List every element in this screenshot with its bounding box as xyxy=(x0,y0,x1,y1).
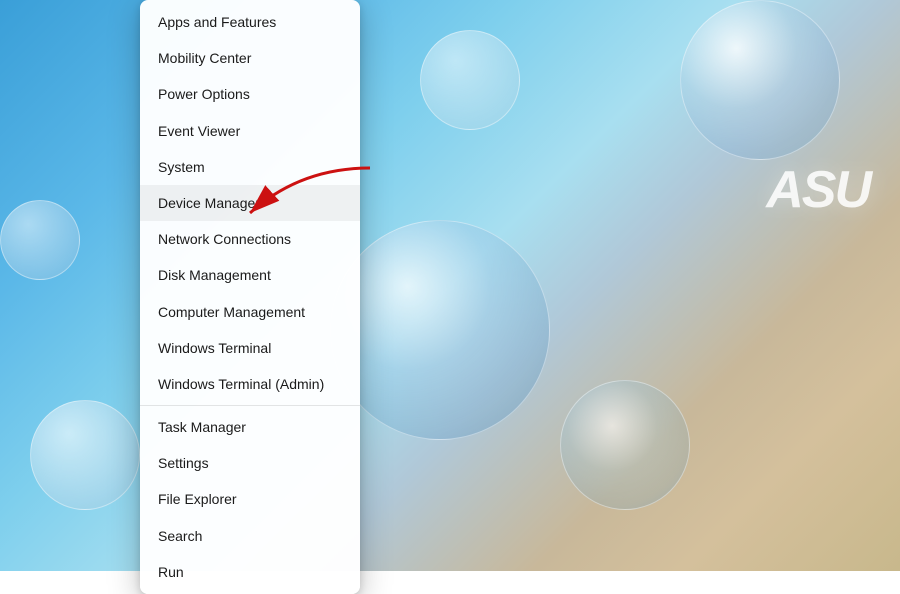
menu-item-computer-management[interactable]: Computer Management xyxy=(140,294,360,330)
menu-item-windows-terminal[interactable]: Windows Terminal xyxy=(140,330,360,366)
menu-item-device-manager[interactable]: Device Manager xyxy=(140,185,360,221)
menu-item-search[interactable]: Search xyxy=(140,518,360,554)
menu-item-settings[interactable]: Settings xyxy=(140,445,360,481)
menu-separator xyxy=(140,405,360,406)
menu-item-file-explorer[interactable]: File Explorer xyxy=(140,481,360,517)
bubble-decoration-5 xyxy=(0,200,80,280)
bubble-decoration-2 xyxy=(680,0,840,160)
menu-item-system[interactable]: System xyxy=(140,149,360,185)
menu-item-event-viewer[interactable]: Event Viewer xyxy=(140,113,360,149)
menu-item-disk-management[interactable]: Disk Management xyxy=(140,257,360,293)
context-menu: Apps and FeaturesMobility CenterPower Op… xyxy=(140,0,360,594)
menu-item-windows-terminal-admin[interactable]: Windows Terminal (Admin) xyxy=(140,366,360,402)
menu-item-mobility-center[interactable]: Mobility Center xyxy=(140,40,360,76)
menu-item-network-connections[interactable]: Network Connections xyxy=(140,221,360,257)
bubble-decoration-3 xyxy=(560,380,690,510)
bubble-decoration-6 xyxy=(30,400,140,510)
asus-logo: ASU xyxy=(766,160,870,220)
bubble-decoration-4 xyxy=(420,30,520,130)
menu-item-apps-features[interactable]: Apps and Features xyxy=(140,4,360,40)
menu-item-run[interactable]: Run xyxy=(140,554,360,590)
bubble-decoration-1 xyxy=(330,220,550,440)
menu-item-power-options[interactable]: Power Options xyxy=(140,76,360,112)
menu-item-task-manager[interactable]: Task Manager xyxy=(140,409,360,445)
